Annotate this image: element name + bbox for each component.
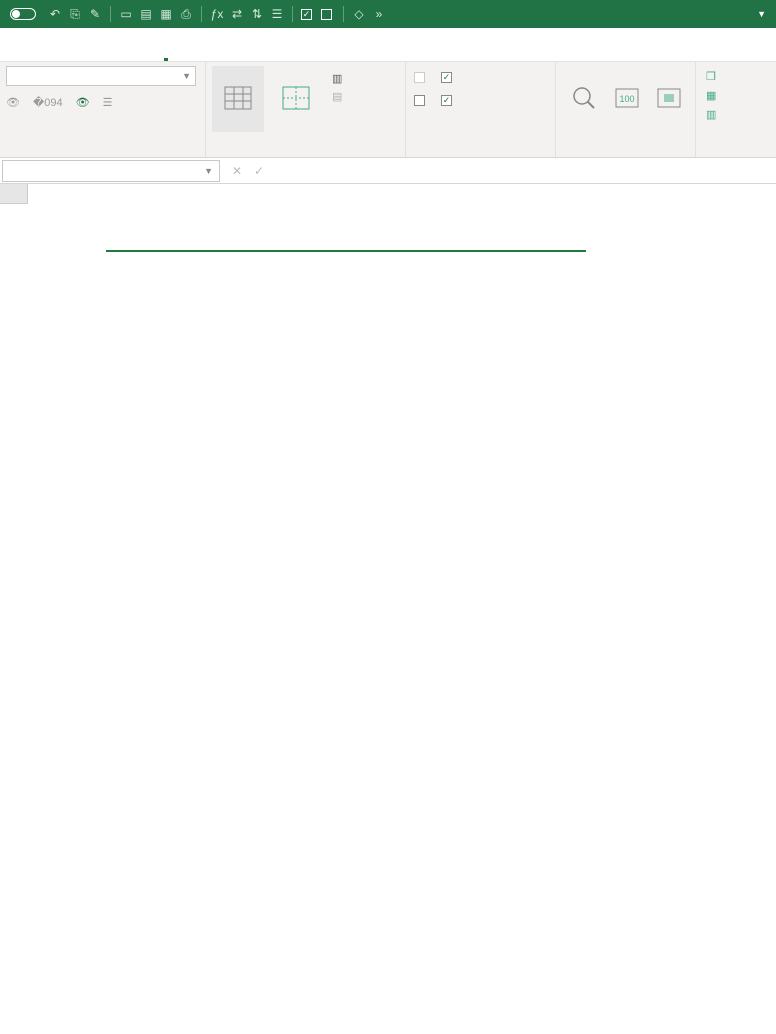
normal-view-button[interactable] bbox=[212, 66, 264, 132]
custom-views-icon: ▤ bbox=[332, 90, 342, 103]
tab-developer[interactable] bbox=[186, 51, 190, 61]
filename[interactable]: ▼ bbox=[755, 9, 766, 19]
grid-icon bbox=[223, 84, 253, 112]
eye-icon: 👁 bbox=[76, 96, 90, 109]
qat-icon-6[interactable]: ⇅ bbox=[250, 7, 264, 21]
chevron-down-icon: ▼ bbox=[757, 9, 766, 19]
ruler-check[interactable] bbox=[412, 70, 431, 85]
tab-view[interactable] bbox=[164, 51, 168, 61]
freeze-icon: ▥ bbox=[706, 108, 716, 121]
redo-icon[interactable]: ⎘ bbox=[68, 7, 82, 21]
freeze-panes-button[interactable]: ▥ bbox=[702, 106, 724, 123]
group-label bbox=[6, 153, 199, 155]
qat-icon-1[interactable]: ▭ bbox=[119, 7, 133, 21]
group-label bbox=[212, 153, 399, 155]
select-all-corner[interactable] bbox=[0, 184, 28, 204]
zoom-100-button[interactable]: 100 bbox=[612, 66, 642, 132]
sheet-view-select[interactable]: ▼ bbox=[6, 66, 196, 86]
tab-home[interactable] bbox=[32, 51, 36, 61]
enter-formula-button[interactable]: ✓ bbox=[248, 164, 270, 178]
zoom-icon bbox=[569, 84, 599, 112]
tab-professor-excel[interactable] bbox=[230, 51, 234, 61]
tab-page-layout[interactable] bbox=[76, 51, 80, 61]
tab-file[interactable] bbox=[10, 51, 14, 61]
arrange-icon: ▦ bbox=[706, 89, 716, 102]
save-icon[interactable]: ✎ bbox=[88, 7, 102, 21]
headings-check[interactable]: ✓ bbox=[439, 93, 458, 108]
tab-data[interactable] bbox=[120, 51, 124, 61]
tab-review[interactable] bbox=[142, 51, 146, 61]
more-icon[interactable]: » bbox=[372, 7, 386, 21]
zoom-to-selection-button[interactable] bbox=[648, 66, 689, 132]
group-label bbox=[562, 153, 689, 155]
arrange-all-button[interactable]: ▦ bbox=[702, 87, 724, 104]
print-icon[interactable]: ⎙ bbox=[179, 7, 193, 21]
custom-views-button[interactable]: ▤ bbox=[328, 88, 350, 105]
gridlines-check[interactable] bbox=[412, 93, 431, 108]
eye-icon: 👁 bbox=[6, 96, 20, 109]
list-icon: ☰ bbox=[103, 96, 113, 109]
switch-icon bbox=[10, 8, 36, 20]
page-break-button[interactable] bbox=[270, 66, 322, 132]
zoom-selection-icon bbox=[654, 84, 684, 112]
new-window-icon: ❒ bbox=[706, 70, 716, 83]
chevron-down-icon: ▼ bbox=[182, 71, 191, 81]
tab-help[interactable] bbox=[208, 51, 212, 61]
spreadsheet bbox=[0, 184, 776, 1034]
options-button[interactable]: ☰ bbox=[103, 96, 116, 109]
page-break-icon bbox=[281, 84, 311, 112]
new-window-button[interactable]: ❒ bbox=[702, 68, 724, 85]
exit-button[interactable]: �094 bbox=[33, 96, 66, 109]
new-button[interactable]: 👁 bbox=[76, 96, 93, 109]
quick-access-toolbar: ↶ ⎘ ✎ ▭ ▤ ▦ ⎙ ƒx ⇄ ⇅ ☰ ✓ ◇ » bbox=[48, 6, 386, 22]
tab-insert[interactable] bbox=[54, 51, 58, 61]
titlebar: ↶ ⎘ ✎ ▭ ▤ ▦ ⎙ ƒx ⇄ ⇅ ☰ ✓ ◇ » ▼ bbox=[0, 0, 776, 28]
chevron-down-icon: ▼ bbox=[204, 166, 213, 176]
hundred-icon: 100 bbox=[612, 84, 642, 112]
keep-button[interactable]: 👁 bbox=[6, 96, 23, 109]
qat-icon-7[interactable]: ☰ bbox=[270, 7, 284, 21]
zoom-button[interactable] bbox=[562, 66, 606, 132]
formula-bar: ▼ ✕ ✓ bbox=[0, 158, 776, 184]
autosave-toggle[interactable] bbox=[6, 8, 40, 20]
name-box[interactable]: ▼ bbox=[2, 160, 220, 182]
eraser-icon[interactable]: ◇ bbox=[352, 7, 366, 21]
ribbon-tabs bbox=[0, 28, 776, 62]
formula-input[interactable] bbox=[276, 160, 776, 182]
manual-check[interactable] bbox=[321, 9, 335, 20]
svg-text:100: 100 bbox=[620, 94, 635, 104]
qat-icon-4[interactable]: ƒx bbox=[210, 7, 224, 21]
ribbon: ▼ 👁 �094 👁 ☰ bbox=[0, 62, 776, 158]
group-label bbox=[412, 153, 549, 155]
qat-icon-5[interactable]: ⇄ bbox=[230, 7, 244, 21]
qat-icon-2[interactable]: ▤ bbox=[139, 7, 153, 21]
page-title bbox=[106, 244, 586, 252]
cancel-formula-button[interactable]: ✕ bbox=[226, 164, 248, 178]
undo-icon[interactable]: ↶ bbox=[48, 7, 62, 21]
page-layout-button[interactable]: ▥ bbox=[328, 70, 350, 87]
qat-icon-3[interactable]: ▦ bbox=[159, 7, 173, 21]
automatic-check[interactable]: ✓ bbox=[301, 9, 315, 20]
exit-icon: �094 bbox=[33, 96, 63, 109]
formula-bar-check[interactable]: ✓ bbox=[439, 70, 458, 85]
tab-formulas[interactable] bbox=[98, 51, 102, 61]
page-layout-icon: ▥ bbox=[332, 72, 342, 85]
